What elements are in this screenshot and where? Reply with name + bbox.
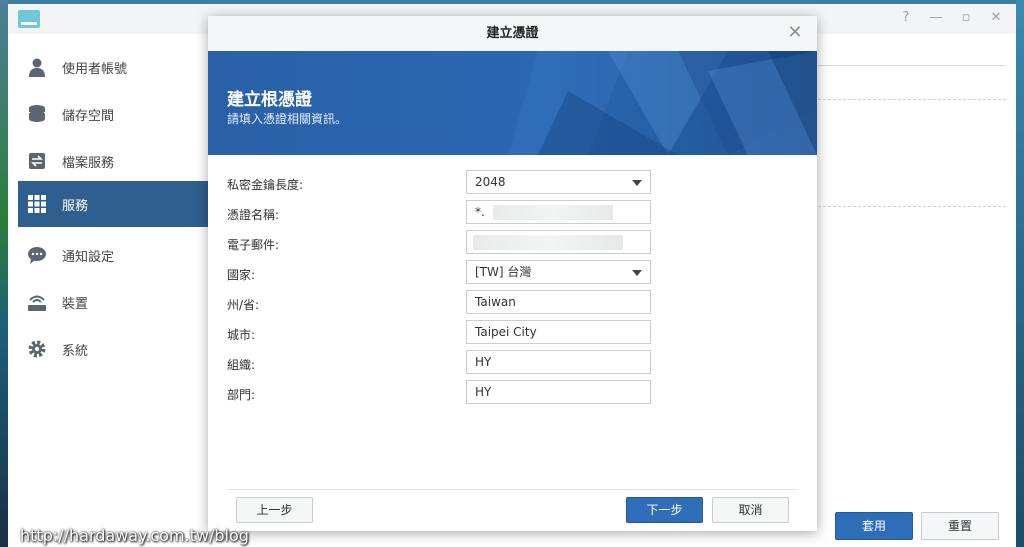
sidebar-item-label: 通知設定: [62, 249, 115, 265]
city-label: 城市:: [227, 328, 256, 342]
organization-field[interactable]: HY: [466, 350, 651, 374]
key-length-select[interactable]: 2048: [466, 170, 651, 194]
footer-divider: [227, 489, 798, 490]
state-label: 州/省:: [227, 298, 260, 312]
cancel-button[interactable]: 取消: [712, 497, 789, 523]
chevron-down-icon: [632, 180, 642, 186]
desktop-background-right: [1016, 0, 1024, 547]
organization-value: HY: [475, 355, 492, 369]
back-button[interactable]: 上一步: [236, 497, 313, 523]
key-length-label: 私密金鑰長度:: [227, 178, 304, 192]
email-field[interactable]: [466, 230, 651, 254]
certificate-name-label: 憑證名稱:: [227, 208, 280, 222]
sidebar-item-label: 檔案服務: [62, 155, 115, 171]
sidebar-item-system[interactable]: 系統: [18, 326, 208, 372]
create-certificate-dialog: 建立憑證 ✕ 建立根憑證 請填入憑證相關資訊。 私密金鑰長度: 2048 憑證名…: [208, 16, 817, 531]
certificate-name-value: *.: [475, 205, 485, 219]
banner-title: 建立根憑證: [227, 90, 312, 110]
gear-icon: [26, 338, 48, 360]
chat-bubble-icon: [26, 244, 48, 266]
sidebar-item-user-account[interactable]: 使用者帳號: [18, 44, 208, 90]
department-value: HY: [475, 385, 492, 399]
user-icon: [26, 56, 48, 78]
certificate-name-field[interactable]: *.: [466, 200, 651, 224]
maximize-icon[interactable]: ▫: [958, 10, 974, 26]
sidebar-item-file-service[interactable]: 檔案服務: [18, 138, 208, 184]
country-label: 國家:: [227, 268, 256, 282]
sidebar-item-label: 使用者帳號: [62, 61, 128, 77]
divider: [818, 206, 1006, 207]
sidebar-item-device[interactable]: 裝置: [18, 279, 208, 325]
dialog-title: 建立憑證: [486, 26, 539, 41]
country-select[interactable]: [TW] 台灣: [466, 260, 651, 284]
next-button[interactable]: 下一步: [626, 497, 703, 523]
city-value: Taipei City: [475, 325, 537, 339]
control-panel-icon: [18, 10, 40, 28]
email-label: 電子郵件:: [227, 238, 280, 252]
apply-button[interactable]: 套用: [835, 512, 913, 540]
chevron-down-icon: [632, 270, 642, 276]
watermark: http://hardaway.com.tw/blog: [20, 526, 249, 545]
help-icon[interactable]: ?: [898, 10, 914, 26]
city-field[interactable]: Taipei City: [466, 320, 651, 344]
divider: [818, 99, 1006, 100]
dialog-banner: 建立根憑證 請填入憑證相關資訊。: [208, 51, 817, 155]
country-value: [TW] 台灣: [475, 265, 532, 279]
department-field[interactable]: HY: [466, 380, 651, 404]
sidebar-item-label: 系統: [62, 343, 89, 359]
sidebar-item-services[interactable]: 服務: [18, 181, 208, 227]
banner-subtitle: 請填入憑證相關資訊。: [227, 112, 348, 126]
router-icon: [26, 291, 48, 313]
redacted-text: [473, 235, 623, 250]
divider: [818, 65, 1006, 66]
file-service-icon: [26, 150, 48, 172]
sidebar-item-storage[interactable]: 儲存空間: [18, 91, 208, 137]
redacted-text: [493, 205, 613, 220]
state-field[interactable]: Taiwan: [466, 290, 651, 314]
sidebar: 使用者帳號 儲存空間 檔案服務 服務 通知設定 裝置 系統: [8, 34, 208, 547]
close-icon[interactable]: ✕: [786, 24, 804, 42]
sidebar-item-notification[interactable]: 通知設定: [18, 232, 208, 278]
organization-label: 組織:: [227, 358, 256, 372]
minimize-icon[interactable]: —: [928, 10, 944, 26]
close-icon[interactable]: ✕: [988, 10, 1004, 26]
reset-button[interactable]: 重置: [921, 512, 999, 540]
sidebar-item-label: 裝置: [62, 296, 89, 312]
dialog-titlebar: 建立憑證 ✕: [208, 16, 817, 52]
desktop-background-left: [0, 0, 8, 547]
sidebar-item-label: 服務: [62, 198, 89, 214]
sidebar-item-label: 儲存空間: [62, 108, 115, 124]
storage-icon: [26, 103, 48, 125]
state-value: Taiwan: [475, 295, 516, 309]
key-length-value: 2048: [475, 175, 506, 189]
grid-icon: [26, 193, 48, 215]
department-label: 部門:: [227, 388, 256, 402]
